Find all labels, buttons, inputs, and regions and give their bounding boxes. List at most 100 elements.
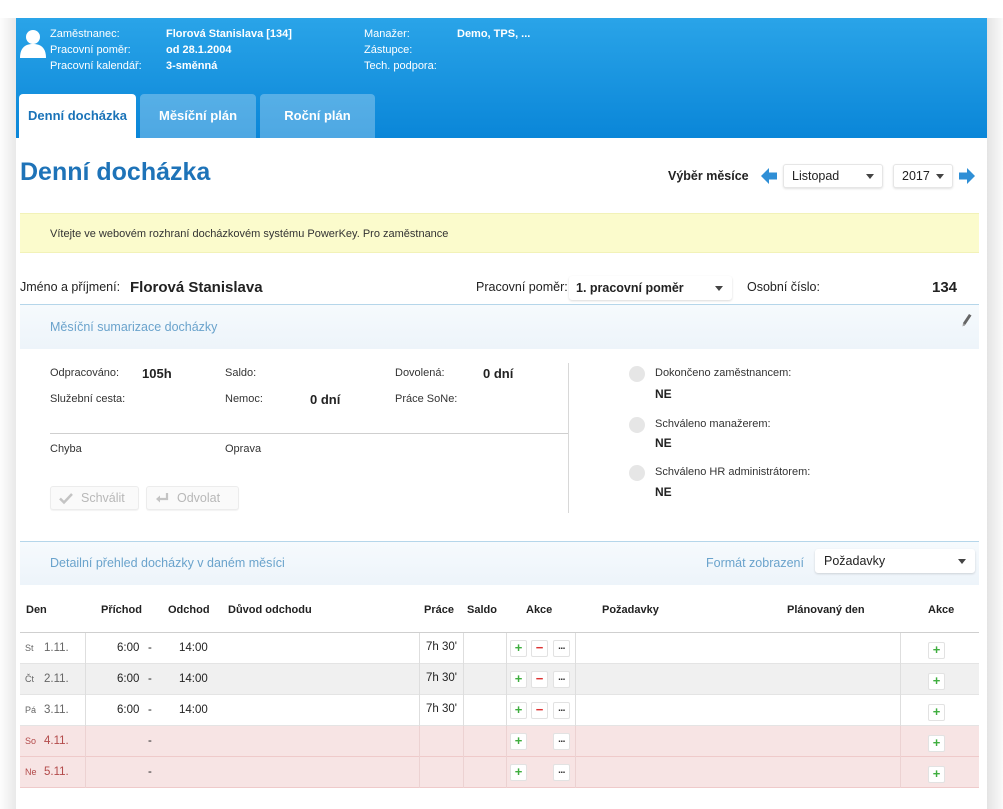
row-divider xyxy=(575,633,576,664)
tab-monthly-plan[interactable]: Měsíční plán xyxy=(140,94,256,138)
row-divider xyxy=(85,726,86,757)
row-divider xyxy=(85,664,86,695)
approve-button[interactable]: Schválit xyxy=(50,486,139,510)
error-label: Chyba xyxy=(50,443,82,455)
undo-icon xyxy=(156,493,169,503)
row-divider xyxy=(575,695,576,726)
add-request-plus-icon[interactable]: + xyxy=(928,704,945,721)
table-row: Pá 3.11. 6:00 - 14:00 7h 30' + − ... + xyxy=(20,695,979,726)
weekend-work-label: Práce SoNe: xyxy=(395,393,458,405)
tab-daily-attendance[interactable]: Denní docházka xyxy=(19,94,136,138)
row-divider xyxy=(463,757,464,788)
month-picker-label: Výběr měsíce xyxy=(668,169,749,183)
worked-label: Odpracováno: xyxy=(50,367,120,379)
remove-minus-icon[interactable]: − xyxy=(531,702,548,719)
welcome-notice: Vítejte ve webovém rozhraní docházkovém … xyxy=(20,213,979,253)
status-employee-value: NE xyxy=(655,387,672,401)
row-divider xyxy=(506,633,507,664)
row-divider xyxy=(900,633,901,664)
row-arrival[interactable]: 6:00 xyxy=(117,695,139,726)
row-divider xyxy=(900,664,901,695)
manager-label: Manažer: xyxy=(364,28,410,40)
user-avatar-icon xyxy=(20,30,46,58)
contract-label: Pracovní poměr: xyxy=(50,44,131,56)
row-arrival[interactable]: 6:00 xyxy=(117,633,139,664)
row-weekday: Čt xyxy=(25,674,34,684)
format-select-value: Požadavky xyxy=(824,554,886,568)
more-options-icon[interactable]: ... xyxy=(553,764,570,781)
column-header-day: Den xyxy=(26,604,47,616)
remove-minus-icon[interactable]: − xyxy=(531,671,548,688)
row-separator: - xyxy=(148,704,152,716)
row-departure[interactable]: 14:00 xyxy=(179,664,208,695)
row-divider xyxy=(419,726,420,757)
row-divider xyxy=(463,695,464,726)
add-plus-icon[interactable]: + xyxy=(510,640,527,657)
previous-month-arrow-icon[interactable] xyxy=(760,167,778,185)
add-request-plus-icon[interactable]: + xyxy=(928,766,945,783)
more-options-icon[interactable]: ... xyxy=(553,702,570,719)
row-weekday: So xyxy=(25,736,37,746)
person-name-row: Jméno a příjmení: xyxy=(20,280,120,294)
row-divider xyxy=(575,726,576,757)
add-plus-icon[interactable]: + xyxy=(510,764,527,781)
check-icon xyxy=(59,493,73,505)
more-options-icon[interactable]: ... xyxy=(553,671,570,688)
remove-minus-icon[interactable]: − xyxy=(531,640,548,657)
year-select[interactable]: 2017 xyxy=(893,164,953,188)
more-options-icon[interactable]: ... xyxy=(553,733,570,750)
frame-shadow-left xyxy=(0,18,16,809)
revoke-button[interactable]: Odvolat xyxy=(146,486,239,510)
summary-title: Měsíční sumarizace docházky xyxy=(50,320,218,334)
add-request-plus-icon[interactable]: + xyxy=(928,642,945,659)
next-month-arrow-icon[interactable] xyxy=(958,167,976,185)
column-header-arrival: Příchod xyxy=(101,604,142,616)
row-weekday: St xyxy=(25,643,34,653)
format-select[interactable]: Požadavky xyxy=(815,549,975,573)
row-divider xyxy=(506,695,507,726)
employee-value: Florová Stanislava [134] xyxy=(166,28,292,40)
column-header-departure: Odchod xyxy=(168,604,210,616)
leave-value: 0 dní xyxy=(483,366,514,381)
person-name-label: Jméno a příjmení: xyxy=(20,280,121,294)
approve-button-label: Schválit xyxy=(81,491,125,505)
add-plus-icon[interactable]: + xyxy=(510,671,527,688)
row-divider xyxy=(85,633,86,664)
month-select-value: Listopad xyxy=(792,169,840,183)
frame-shadow-right xyxy=(987,18,1003,809)
column-header-actions-right: Akce xyxy=(928,604,955,616)
add-plus-icon[interactable]: + xyxy=(510,733,527,750)
row-divider xyxy=(575,664,576,695)
page-title: Denní docházka xyxy=(20,158,211,186)
row-separator: - xyxy=(148,642,152,654)
person-number-label: Osobní číslo: xyxy=(747,280,820,294)
more-options-icon[interactable]: ... xyxy=(553,640,570,657)
add-request-plus-icon[interactable]: + xyxy=(928,735,945,752)
year-select-value: 2017 xyxy=(902,169,930,183)
person-name-value: Florová Stanislava xyxy=(130,279,263,296)
row-departure[interactable]: 14:00 xyxy=(179,633,208,664)
add-plus-icon[interactable]: + xyxy=(510,702,527,719)
row-arrival[interactable]: 6:00 xyxy=(117,664,139,695)
status-indicator-icon xyxy=(629,465,645,481)
status-manager-label: Schváleno manažerem: xyxy=(655,418,771,430)
add-request-plus-icon[interactable]: + xyxy=(928,673,945,690)
chevron-down-icon xyxy=(715,286,723,291)
manager-value: Demo, TPS, ... xyxy=(457,28,531,40)
row-date: 5.11. xyxy=(44,766,69,778)
detail-title: Detailní přehled docházky v daném měsíci xyxy=(50,556,285,570)
row-departure[interactable]: 14:00 xyxy=(179,695,208,726)
monthly-summary-panel: Měsíční sumarizace docházky Odpracováno:… xyxy=(20,304,979,536)
month-select[interactable]: Listopad xyxy=(783,164,883,188)
contract-select[interactable]: 1. pracovní poměr xyxy=(569,276,732,300)
deputy-label: Zástupce: xyxy=(364,44,413,56)
status-indicator-icon xyxy=(629,366,645,382)
column-header-actions: Akce xyxy=(526,604,553,616)
pencil-icon[interactable] xyxy=(961,313,973,327)
tab-yearly-plan[interactable]: Roční plán xyxy=(260,94,375,138)
status-hr-value: NE xyxy=(655,485,672,499)
column-header-planned-day: Plánovaný den xyxy=(787,604,865,616)
person-contract-label: Pracovní poměr: xyxy=(476,280,568,294)
table-row-weekend: Ne 5.11. - + ... + xyxy=(20,757,979,788)
status-employee-label: Dokončeno zaměstnancem: xyxy=(655,367,792,379)
